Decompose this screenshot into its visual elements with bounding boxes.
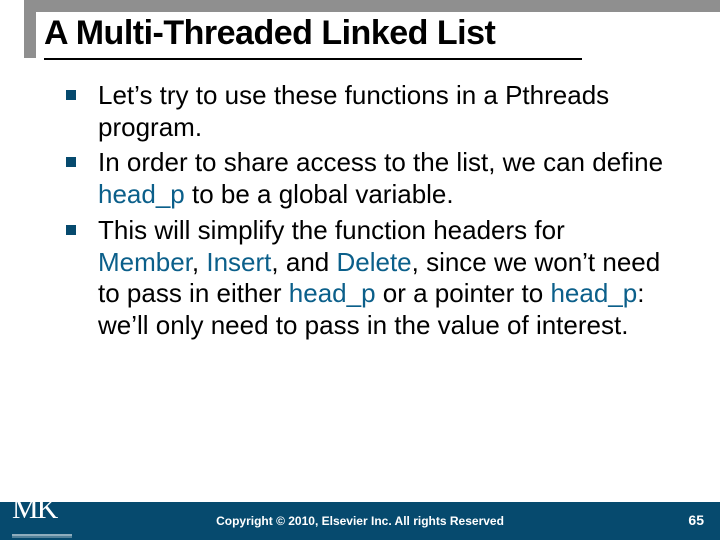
body-text: This will simplify the function headers …	[98, 215, 565, 245]
keyword-text: Insert	[206, 247, 271, 277]
keyword-text: head_p	[98, 179, 185, 209]
body-text: or a pointer to	[376, 278, 551, 308]
body-text: to be a global variable.	[185, 179, 454, 209]
slide: A Multi-Threaded Linked List Let’s try t…	[0, 0, 720, 540]
slide-body: Let’s try to use these functions in a Pt…	[60, 80, 670, 346]
list-item: In order to share access to the list, we…	[60, 147, 670, 210]
square-bullet-icon	[66, 225, 76, 235]
keyword-text: head_p	[289, 278, 376, 308]
keyword-text: head_p	[550, 278, 637, 308]
body-text: , and	[271, 247, 336, 277]
logo-underline-2	[12, 536, 72, 538]
body-text: In order to share access to the list, we…	[98, 147, 663, 177]
keyword-text: Delete	[336, 247, 411, 277]
square-bullet-icon	[66, 157, 76, 167]
square-bullet-icon	[66, 90, 76, 100]
copyright-text: Copyright © 2010, Elsevier Inc. All righ…	[0, 514, 720, 528]
list-item: Let’s try to use these functions in a Pt…	[60, 80, 670, 143]
bullet-list: Let’s try to use these functions in a Pt…	[60, 80, 670, 342]
slide-title: A Multi-Threaded Linked List	[44, 14, 495, 53]
title-underline	[44, 58, 582, 60]
body-text: ,	[192, 247, 206, 277]
keyword-text: Member	[98, 247, 192, 277]
body-text: Let’s try to use these functions in a Pt…	[98, 80, 609, 142]
page-number: 65	[688, 512, 704, 528]
title-decor-top	[24, 0, 720, 12]
footer-bar: MK Copyright © 2010, Elsevier Inc. All r…	[0, 502, 720, 540]
title-decor-left	[24, 0, 36, 58]
list-item: This will simplify the function headers …	[60, 215, 670, 342]
